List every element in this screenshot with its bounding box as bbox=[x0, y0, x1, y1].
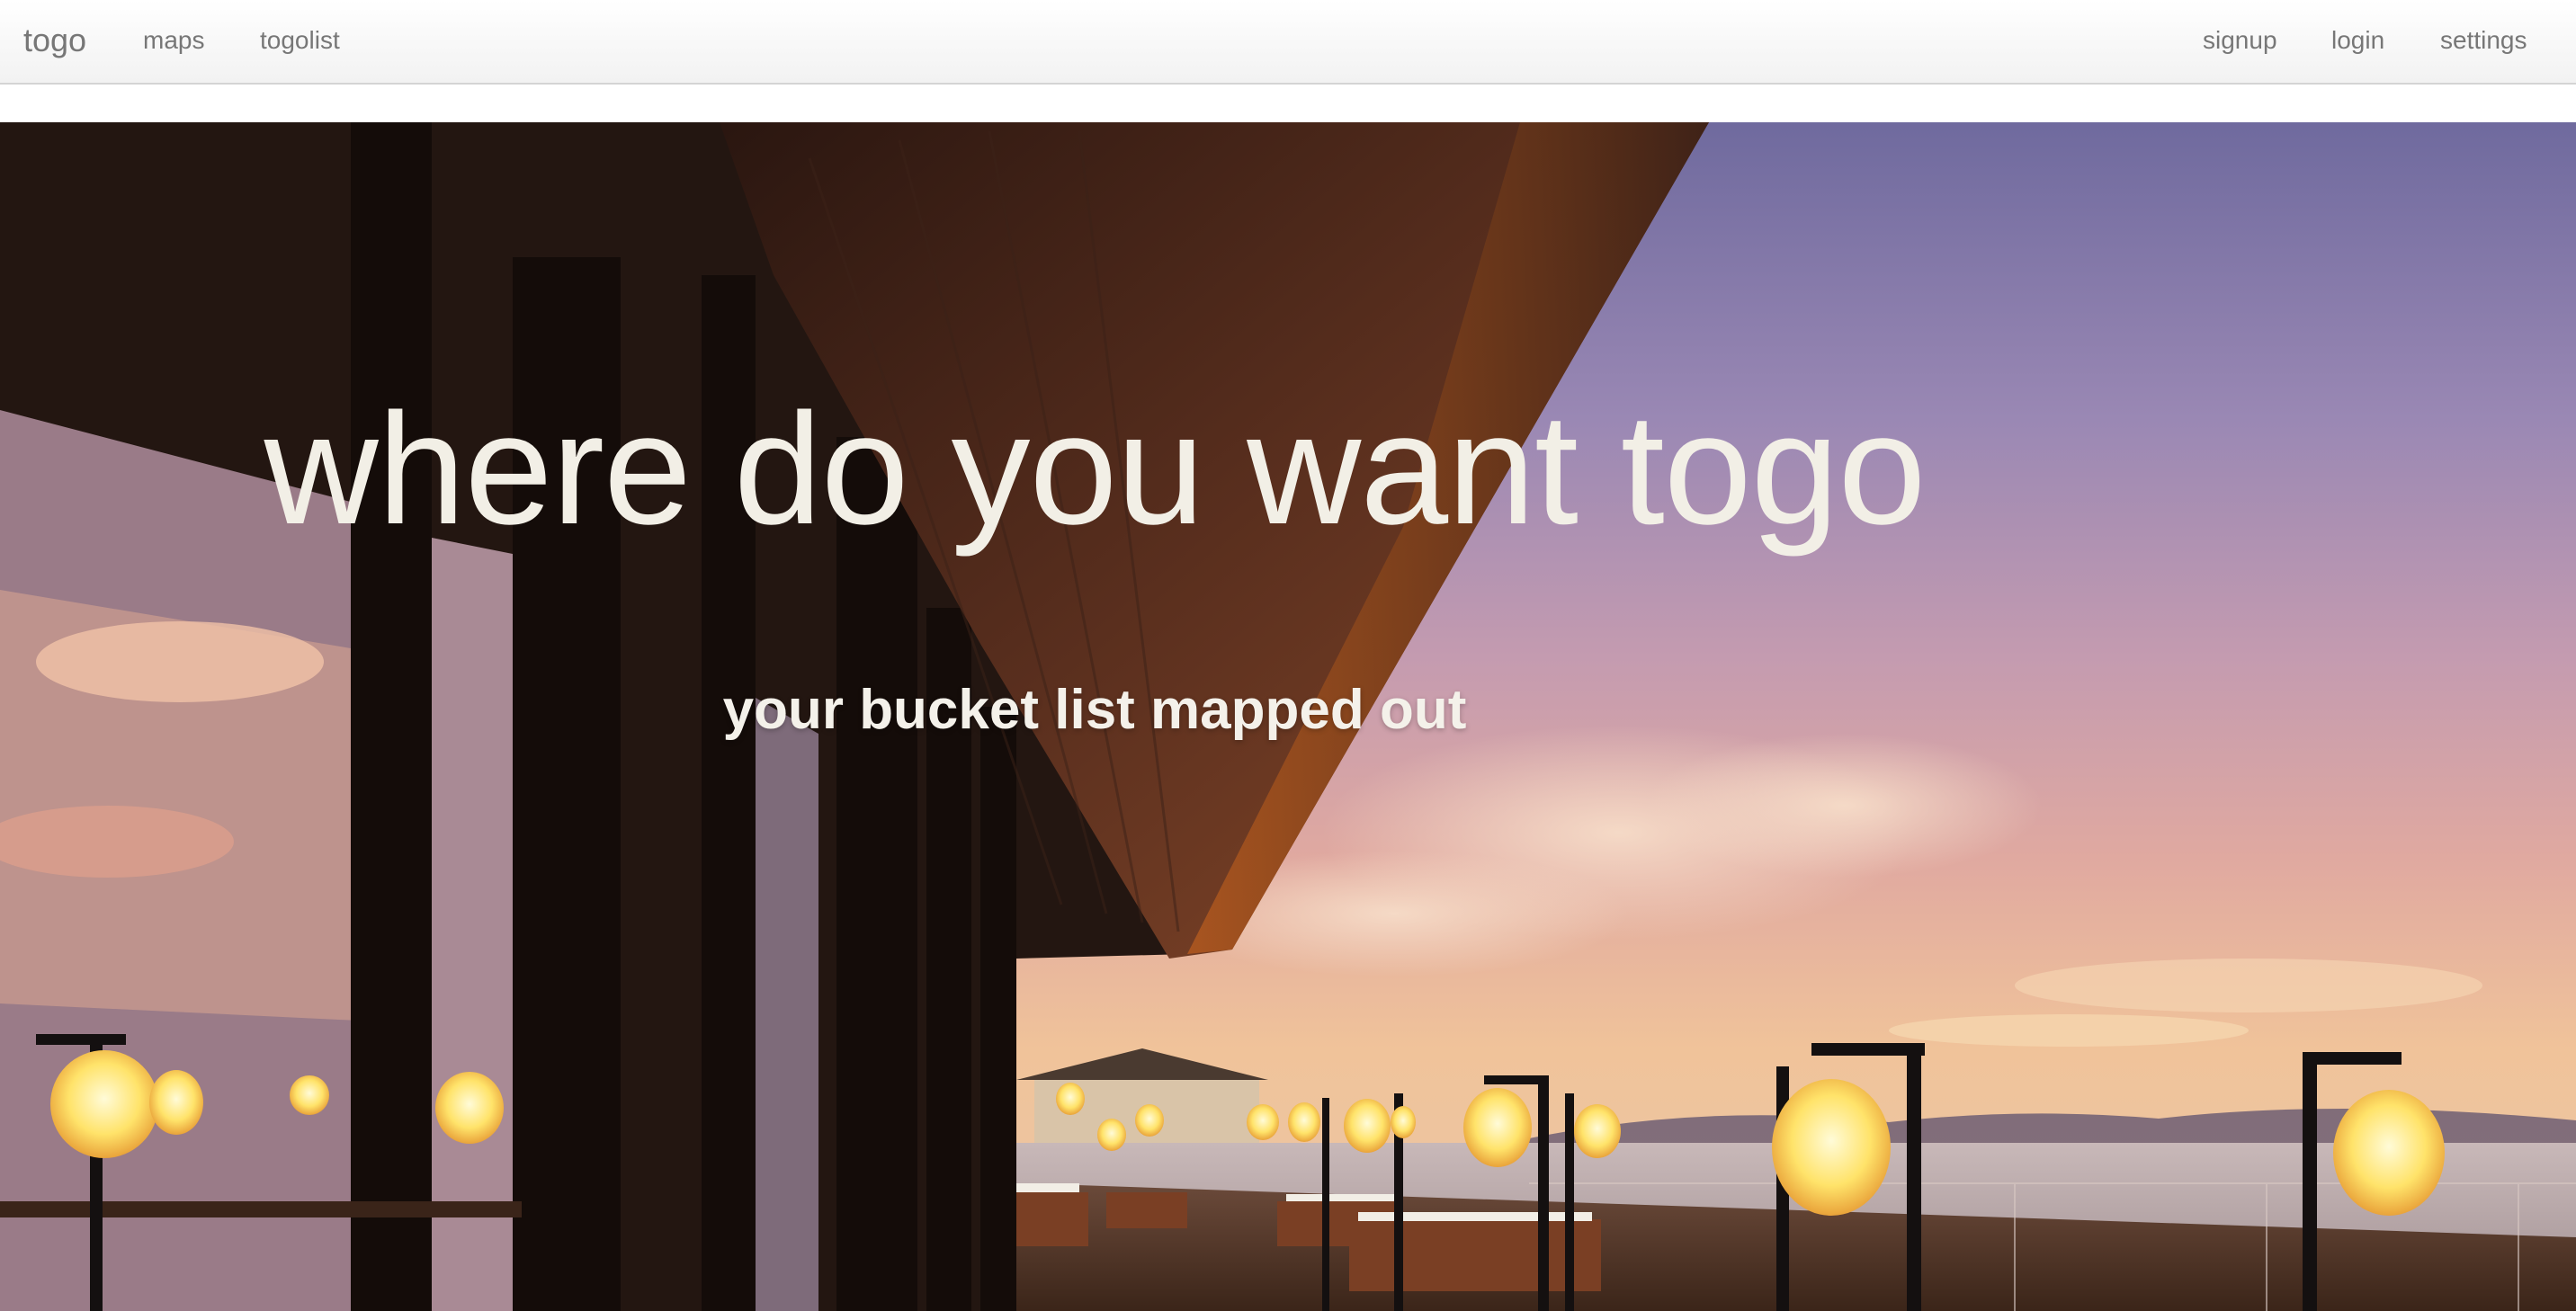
nav-link-maps[interactable]: maps bbox=[143, 0, 204, 81]
nav-link-settings[interactable]: settings bbox=[2440, 0, 2527, 81]
hero-title: where do you want togo bbox=[264, 381, 1927, 557]
brand-link[interactable]: togo bbox=[23, 0, 86, 81]
nav-link-togolist[interactable]: togolist bbox=[260, 0, 340, 81]
nav-link-login[interactable]: login bbox=[2331, 0, 2384, 81]
top-navbar: togo maps togolist signup login settings bbox=[0, 0, 2576, 85]
hero-banner: where do you want togo your bucket list … bbox=[0, 122, 2576, 1311]
nav-link-signup[interactable]: signup bbox=[2203, 0, 2277, 81]
hero-subtitle: your bucket list mapped out bbox=[722, 679, 1467, 741]
